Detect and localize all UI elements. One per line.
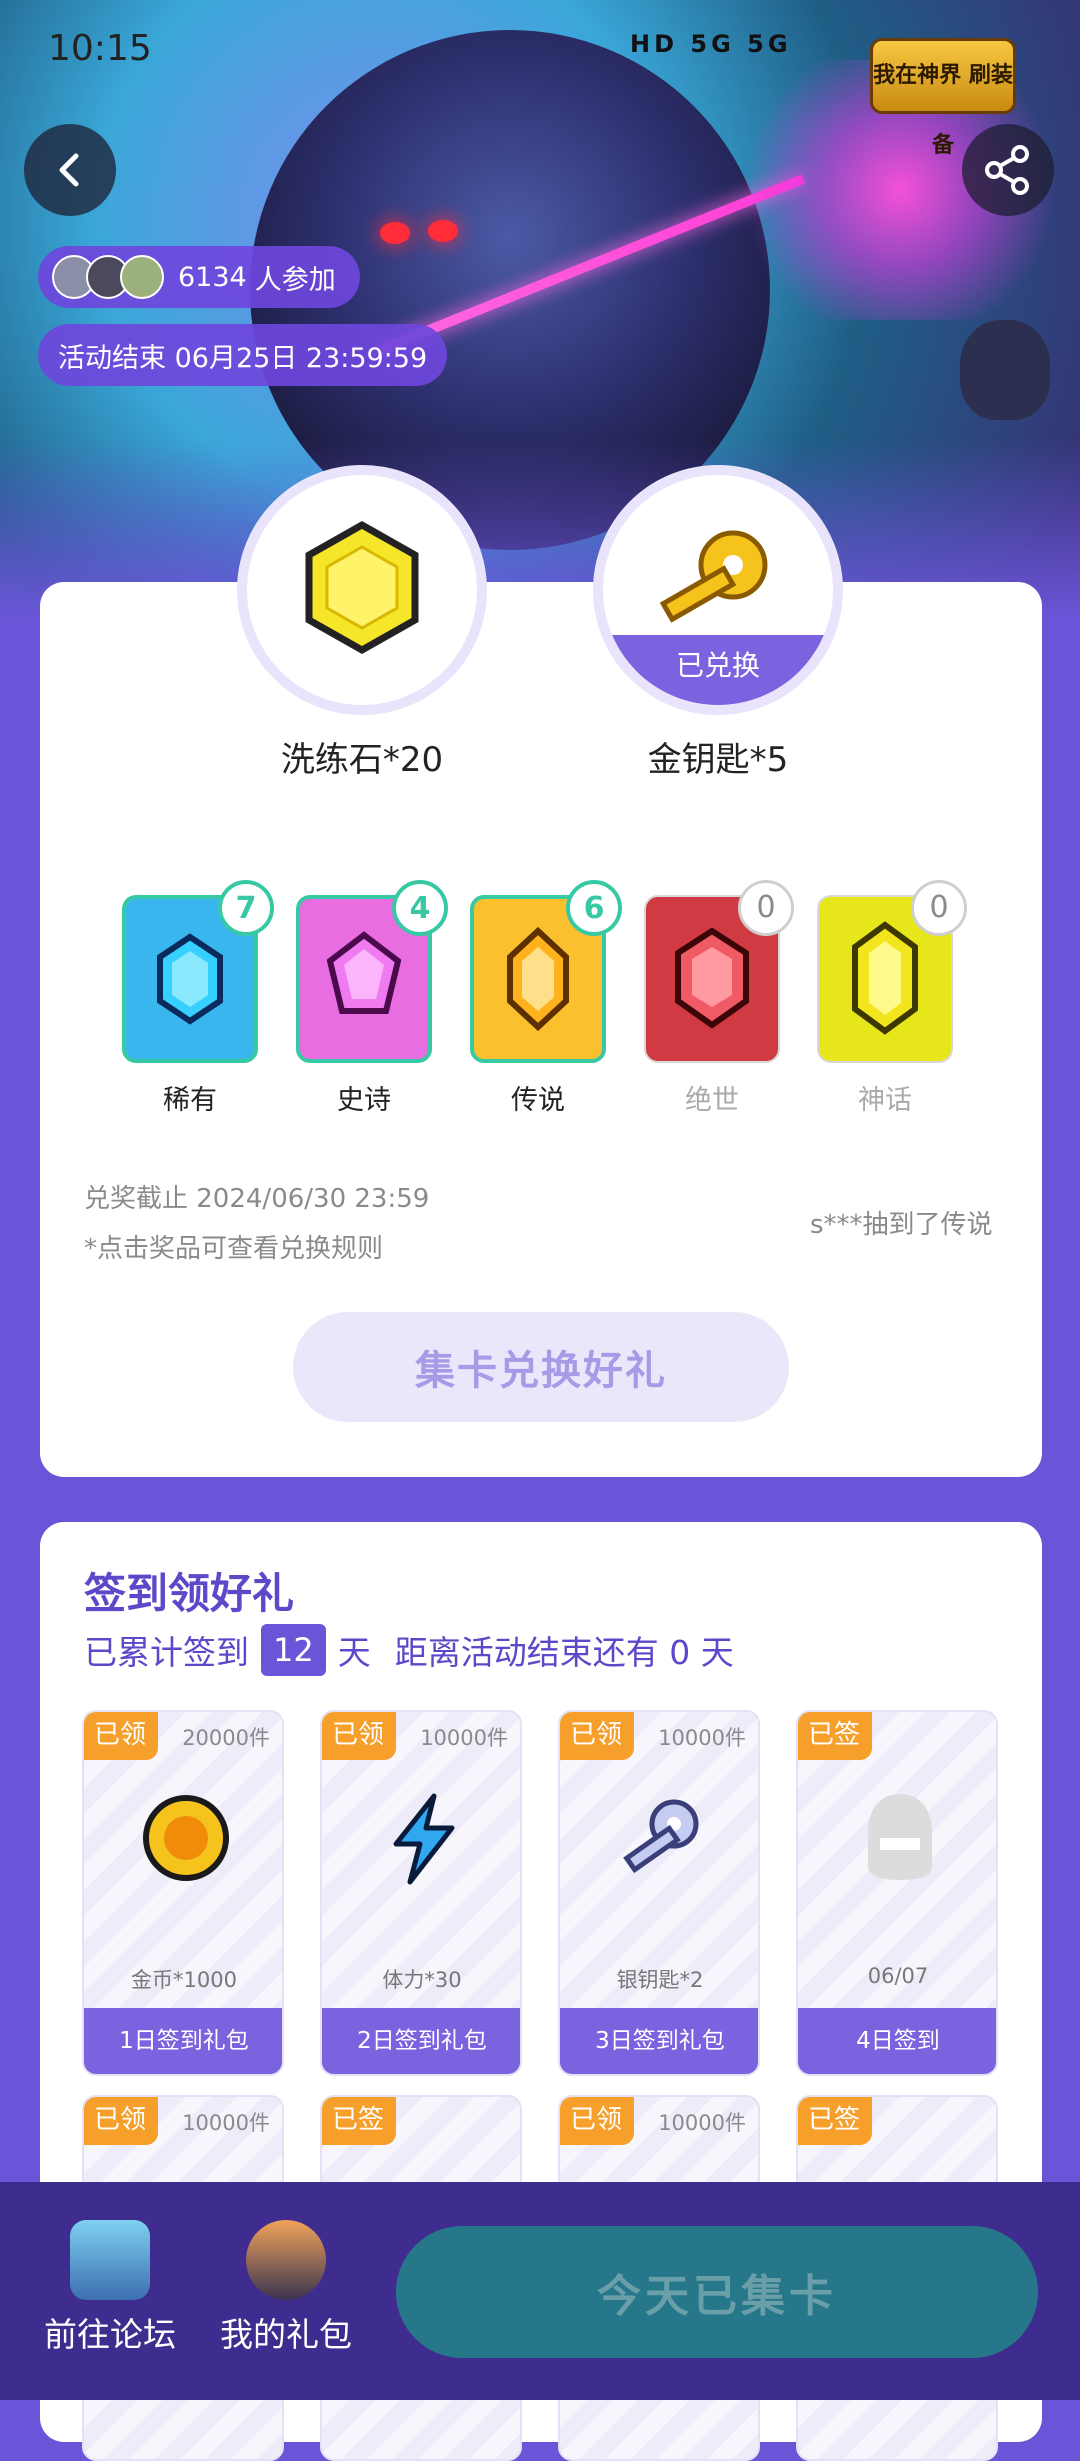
gem-label-mythic: 神话 [858, 1085, 912, 1116]
tile-reward-name: 金币*1000 [131, 1968, 237, 1992]
gem-count-badge-epic: 4 [392, 880, 448, 936]
signin-prefix: 已累计签到 [84, 1633, 249, 1672]
skull-decoration [960, 320, 1050, 420]
participants-count: 6134 [178, 261, 247, 293]
gem-label-rare: 稀有 [163, 1085, 217, 1116]
exchange-rule-hint[interactable]: *点击奖品可查看兑换规则 [84, 1228, 383, 1265]
signed-tag: 已签 [798, 1712, 872, 1760]
participant-avatars [52, 255, 164, 299]
signed-tag: 已签 [322, 2097, 396, 2145]
gold-coin-icon [143, 1795, 229, 1881]
tile-reward-name: 体力*30 [382, 1968, 462, 1992]
tile-day-label: 2日签到礼包 [322, 2008, 520, 2074]
signin-remaining: 距离活动结束还有 0 天 [394, 1633, 734, 1672]
signin-tile-day2[interactable]: 已领 10000件 体力*30 2日签到礼包 [320, 1710, 522, 2076]
game-logo: 我在神界 刷装备 [870, 38, 1016, 158]
tile-day-label: 1日签到礼包 [84, 2008, 282, 2074]
exchange-gifts-button[interactable]: 集卡兑换好礼 [293, 1312, 789, 1422]
avatar [120, 255, 164, 299]
exchange-deadline: 兑奖截止 2024/06/30 23:59 [84, 1184, 430, 1214]
participants-suffix: 人参加 [254, 264, 336, 296]
tile-day-label: 4日签到 [798, 2008, 996, 2074]
forum-label: 前往论坛 [44, 2315, 176, 2354]
refine-stone-icon [305, 520, 419, 655]
reward-refine-stone[interactable] [237, 465, 487, 715]
character-eye-right [428, 220, 458, 242]
tile-reward-name: 银钥匙*2 [616, 1968, 704, 1992]
reward-gold-key[interactable]: 已兑换 [593, 465, 843, 715]
event-end-pill: 活动结束 06月25日 23:59:59 [38, 324, 448, 386]
forum-icon [70, 2220, 150, 2300]
back-button[interactable] [24, 124, 116, 216]
tile-stock: 20000件 [182, 1726, 270, 1750]
character-eye-left [380, 222, 410, 244]
forum-nav-item[interactable]: 前往论坛 [20, 2220, 200, 2356]
signin-tile-day3[interactable]: 已领 10000件 银钥匙*2 3日签到礼包 [558, 1710, 760, 2076]
silver-key-icon [623, 1799, 699, 1874]
gem-label-legendary: 传说 [511, 1085, 565, 1116]
reward-label-refine-stone: 洗练石*20 [280, 740, 444, 780]
gem-label-epic: 史诗 [337, 1085, 391, 1116]
signin-days-unit: 天 [337, 1633, 371, 1672]
share-icon [985, 145, 1029, 195]
tile-stock: 10000件 [658, 1726, 746, 1750]
lightning-icon [393, 1793, 455, 1885]
recent-draw-ticker: s***抽到了传说 [810, 1210, 993, 1240]
status-time: 10:15 [48, 28, 152, 69]
gem-count-badge-mythic: 0 [911, 880, 967, 936]
signin-tile-day4[interactable]: 已签 06/07 4日签到 [796, 1710, 998, 2076]
character-silhouette-icon [868, 1794, 932, 1880]
claimed-tag: 已领 [84, 2097, 158, 2145]
gifts-label: 我的礼包 [220, 2315, 352, 2354]
signin-tile-day1[interactable]: 已领 20000件 金币*1000 1日签到礼包 [82, 1710, 284, 2076]
exchanged-badge: 已兑换 [603, 635, 833, 705]
tile-date: 06/07 [867, 1964, 929, 1988]
signin-summary: 已累计签到 12 天 距离活动结束还有 0 天 [84, 1624, 734, 1676]
gem-count-badge-peerless: 0 [738, 880, 794, 936]
gem-count-badge-legendary: 6 [566, 880, 622, 936]
claimed-tag: 已领 [322, 1712, 396, 1760]
back-arrow-icon [59, 153, 79, 187]
tile-stock: 10000件 [420, 1726, 508, 1750]
tile-stock: 10000件 [658, 2111, 746, 2135]
gem-count-badge-rare: 7 [218, 880, 274, 936]
claimed-tag: 已领 [84, 1712, 158, 1760]
share-button[interactable] [962, 124, 1054, 216]
status-icons: HD 5G 5G [630, 30, 792, 58]
signed-tag: 已签 [798, 2097, 872, 2145]
signin-title: 签到领好礼 [84, 1569, 295, 1618]
claimed-tag: 已领 [560, 1712, 634, 1760]
tile-stock: 10000件 [182, 2111, 270, 2135]
signin-days-count: 12 [261, 1624, 326, 1676]
gifts-nav-item[interactable]: 我的礼包 [196, 2220, 376, 2356]
gift-bag-icon [246, 2220, 326, 2300]
participants-pill: 6134 人参加 [38, 246, 360, 308]
tile-day-label: 3日签到礼包 [560, 2008, 758, 2074]
gem-label-peerless: 绝世 [685, 1085, 739, 1116]
collect-card-button[interactable]: 今天已集卡 [396, 2226, 1038, 2358]
claimed-tag: 已领 [560, 2097, 634, 2145]
reward-label-gold-key: 金钥匙*5 [647, 740, 789, 780]
